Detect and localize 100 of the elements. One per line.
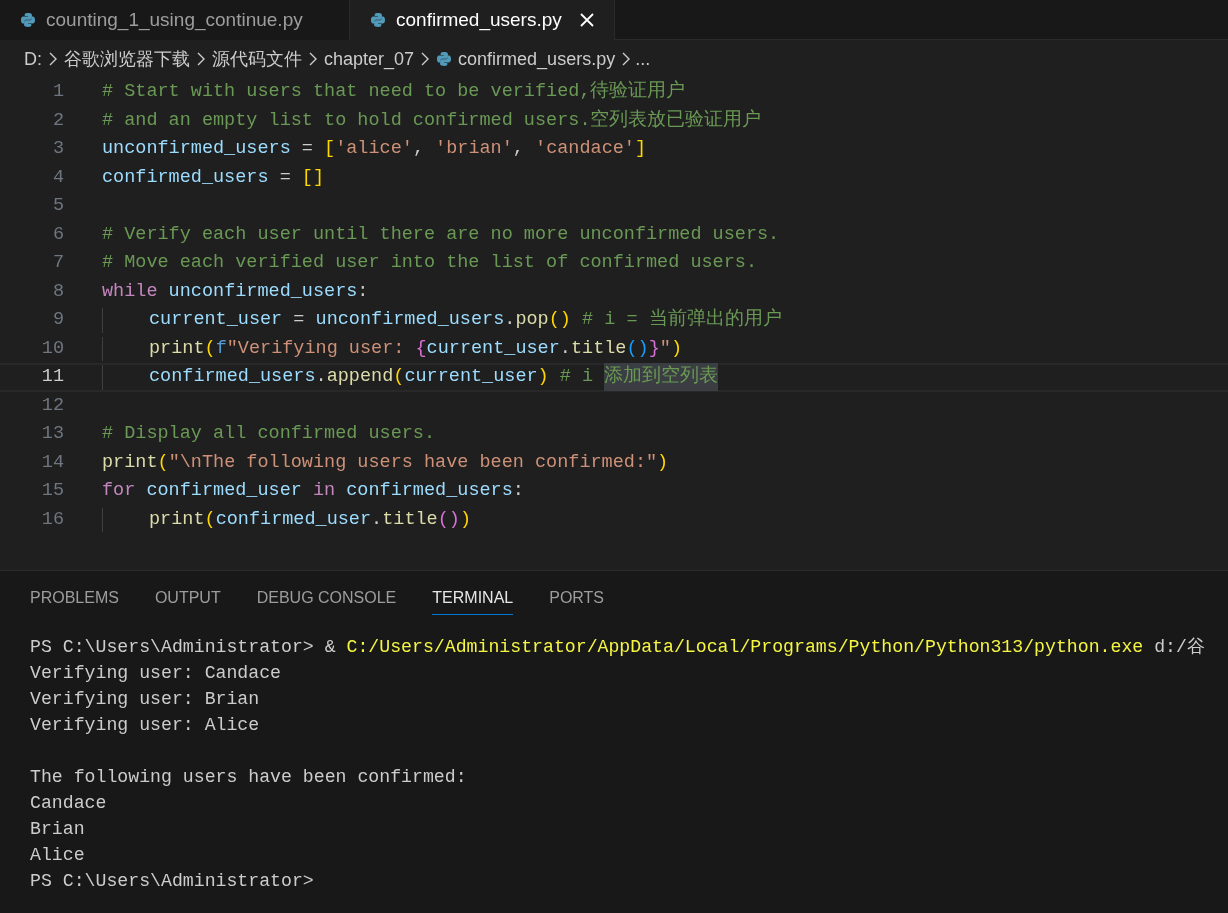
code-token: () [626,336,649,361]
code-token: = [292,308,306,333]
code-token: { [415,336,427,361]
code-token: : [512,479,524,504]
terminal-text: Verifying user: Alice [30,714,260,738]
code-comment: # Start with users that need to be verified,待验证用户 [102,79,686,105]
code-token: [] [301,165,325,190]
panel-tab[interactable]: OUTPUT [154,581,221,615]
editor-tab[interactable]: confirmed_users.py [350,0,615,40]
terminal-path: C:/Users/Administrator/AppData/Local/Programs/Python/Python313/python.exe [346,636,1144,660]
code-token: current_user [149,308,283,333]
code-token: = [300,137,314,162]
code-token: title [570,336,627,361]
code-token: " [659,336,671,361]
code-token: ) [670,336,682,361]
panel-tab[interactable]: PROBLEMS [30,581,119,615]
chevron-right-icon [48,51,58,67]
breadcrumb-item[interactable]: ... [635,45,651,73]
code-token: ( [157,450,169,475]
line-number: 11 [40,365,64,390]
code-comment: # i [558,365,595,390]
terminal-text: Brian [30,818,85,842]
code-token: confirmed_users [149,365,316,390]
code-token: } [648,336,660,361]
code-token: . [559,336,571,361]
breadcrumb-item[interactable]: 谷歌浏览器下载 [64,45,190,73]
python-icon [20,12,36,28]
code-token: [ [324,137,336,162]
breadcrumb-item[interactable]: D: [24,45,42,73]
code-token: ) [459,507,471,532]
chevron-right-icon [621,51,632,67]
terminal-text: PS C:\Users\Administrator> [30,870,314,894]
code-token: current_user [426,336,560,361]
panel-tab[interactable]: DEBUG CONSOLE [256,581,397,615]
code-token: ( [204,507,216,532]
code-token: confirmed_users [102,165,269,190]
line-number: 4 [51,165,64,190]
code-token: confirmed_user [145,479,302,504]
breadcrumb-item[interactable]: confirmed_users.py [458,45,616,73]
code-token: unconfirmed_users [102,137,291,162]
code-token: unconfirmed_users [315,308,505,333]
code-comment: # Move each verified user into the list of confirmed users. [102,251,757,276]
code-comment: # Display all confirmed users. [102,422,436,447]
python-icon [436,51,453,67]
code-token: . [371,507,383,532]
code-token: f [215,336,227,361]
python-icon [370,12,386,28]
code-token: print [149,336,205,361]
code-token: confirmed_user [215,507,372,532]
close-icon[interactable] [579,13,594,27]
code-token: confirmed_users [345,479,513,504]
terminal-text: Verifying user: Candace [30,662,282,686]
code-token: ( [393,365,405,390]
code-token: () [437,507,460,532]
code-token: in [311,479,336,504]
chevron-right-icon [308,51,318,67]
code-token: , [412,137,425,162]
code-token: unconfirmed_users [167,279,358,304]
line-number: 15 [40,479,64,504]
code-token: 'alice' [335,137,413,162]
line-number: 3 [51,137,64,162]
code-token: current_user [404,365,538,390]
code-token: = [278,165,292,190]
code-token: append [326,365,394,390]
code-token: for [102,479,136,504]
code-token: "Verifying user: [226,336,406,361]
terminal-text: Candace [30,792,107,816]
line-number: 10 [40,336,64,361]
code-token: , [512,137,525,162]
line-number: 16 [40,507,64,532]
terminal-text: PS C:\Users\Administrator> & [30,636,337,660]
line-number: 6 [51,222,64,247]
terminal-text: Alice [30,844,85,868]
editor-tab[interactable]: counting_1_using_continue.py [0,0,350,40]
code-token: 'brian' [435,137,513,162]
code-token: while [102,279,158,304]
code-comment: # Verify each user until there are no more unconfirmed users. [102,222,780,247]
code-token: () [548,308,571,333]
code-token: print [149,507,205,532]
code-token: ( [204,336,216,361]
code-comment: 添加到空列表 [604,363,719,392]
breadcrumb-item[interactable]: chapter_07 [324,45,415,73]
code-token: ) [537,365,549,390]
line-number: 9 [51,308,64,333]
line-number: 13 [40,422,64,447]
line-number: 8 [51,279,64,304]
code-token: ) [657,450,669,475]
code-token: title [382,507,438,532]
panel-tab[interactable]: PORTS [549,581,605,615]
line-number: 5 [51,194,64,219]
line-number: 1 [51,80,64,105]
terminal-text: d:/谷 [1153,636,1205,660]
breadcrumb-item[interactable]: 源代码文件 [212,45,302,73]
code-comment: # i = 当前弹出的用户 [581,307,782,333]
code-token: 'candace' [535,137,635,162]
chevron-right-icon [196,51,206,67]
line-number: 2 [51,108,64,133]
code-token: . [315,365,327,390]
chevron-right-icon [420,51,431,67]
panel-tab[interactable]: TERMINAL [432,581,514,615]
